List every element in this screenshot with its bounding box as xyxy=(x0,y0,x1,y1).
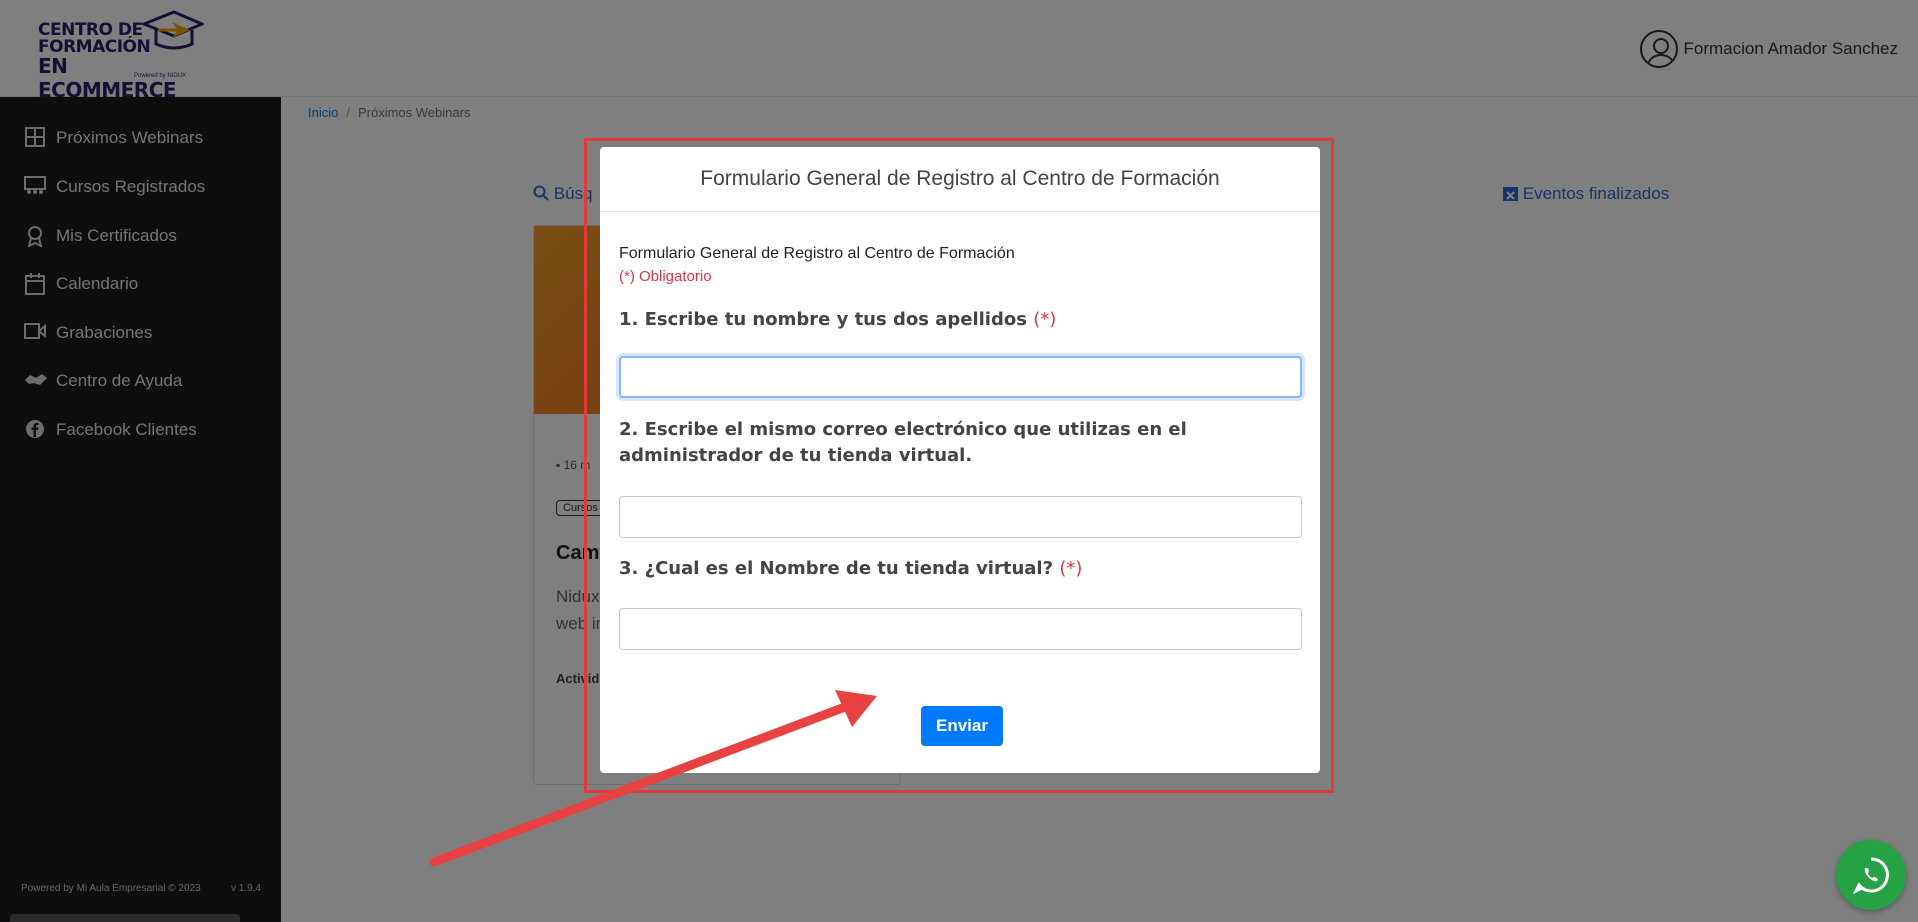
form-intro: Formulario General de Registro al Centro… xyxy=(619,245,1015,262)
modal-header: Formulario General de Registro al Centro… xyxy=(600,147,1320,212)
question-2-label: 2. Escribe el mismo correo electrónico q… xyxy=(619,419,1187,466)
registration-modal: Formulario General de Registro al Centro… xyxy=(600,147,1320,773)
question-3-label: 3. ¿Cual es el Nombre de tu tienda virtu… xyxy=(619,558,1083,579)
submit-wrapper: Enviar xyxy=(921,706,1003,746)
modal-body: Formulario General de Registro al Centro… xyxy=(600,245,1320,650)
question-1-label: 1. Escribe tu nombre y tus dos apellidos… xyxy=(619,309,1057,330)
submit-button[interactable]: Enviar xyxy=(921,706,1003,746)
email-field[interactable] xyxy=(619,496,1302,538)
name-field[interactable] xyxy=(619,356,1302,398)
store-name-field[interactable] xyxy=(619,608,1302,650)
whatsapp-icon xyxy=(1852,857,1889,894)
required-note: (*) Obligatorio xyxy=(619,268,712,285)
whatsapp-button[interactable] xyxy=(1836,840,1906,910)
modal-title: Formulario General de Registro al Centro… xyxy=(700,167,1220,190)
